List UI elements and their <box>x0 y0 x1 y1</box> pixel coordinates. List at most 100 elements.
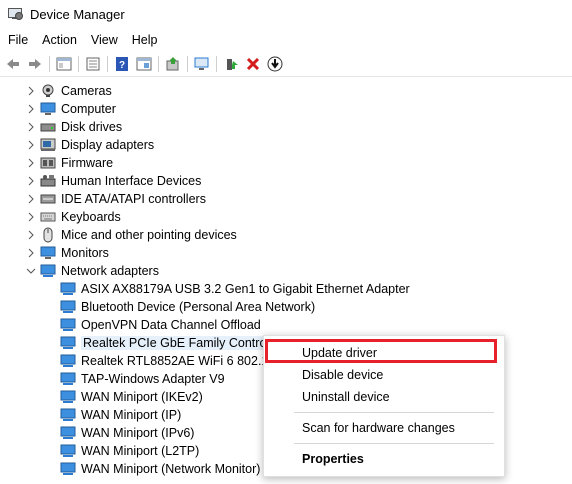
tree-item-keyboards[interactable]: Keyboards <box>26 208 121 226</box>
toolbar-separator <box>78 56 79 72</box>
menu-view[interactable]: View <box>85 33 124 47</box>
menu-item-update-driver[interactable]: Update driver <box>264 342 504 364</box>
menu-item-disable-device[interactable]: Disable device <box>264 364 504 386</box>
tree-item-label: Disk drives <box>61 120 123 134</box>
monitor-icon <box>40 246 56 260</box>
disk-drive-icon <box>40 120 56 134</box>
menu-file[interactable]: File <box>2 33 34 47</box>
chevron-down-icon[interactable] <box>26 266 36 276</box>
show-hide-icon[interactable] <box>82 53 104 75</box>
tree-item-label: Realtek PCIe GbE Family Controller <box>81 336 286 350</box>
chevron-right-icon[interactable] <box>26 194 36 204</box>
tree-item-network-adapters[interactable]: Network adapters <box>26 262 159 280</box>
properties-icon[interactable] <box>53 53 75 75</box>
tree-item-network-device[interactable]: WAN Miniport (L2TP) <box>60 442 199 460</box>
tree-item-network-device[interactable]: OpenVPN Data Channel Offload <box>60 316 261 334</box>
toolbar-separator <box>187 56 188 72</box>
network-adapter-icon <box>60 444 76 458</box>
chevron-right-icon[interactable] <box>26 230 36 240</box>
tree-item-display-adapters[interactable]: Display adapters <box>26 136 154 154</box>
tree-item-label: Firmware <box>61 156 114 170</box>
scan-hardware-icon[interactable] <box>191 53 213 75</box>
toolbar-separator <box>49 56 50 72</box>
tree-item-label: WAN Miniport (IKEv2) <box>81 390 203 404</box>
back-icon[interactable] <box>2 53 24 75</box>
network-adapter-icon <box>60 372 76 386</box>
tree-item-label: Keyboards <box>61 210 121 224</box>
tree-item-label: Bluetooth Device (Personal Area Network) <box>81 300 316 314</box>
menu-item-properties[interactable]: Properties <box>264 448 504 470</box>
menu-help[interactable]: Help <box>126 33 164 47</box>
tree-item-monitors[interactable]: Monitors <box>26 244 109 262</box>
toolbar-separator <box>158 56 159 72</box>
tree-item-disk-drives[interactable]: Disk drives <box>26 118 122 136</box>
context-menu: Update driver Disable device Uninstall d… <box>263 335 505 477</box>
mouse-icon <box>40 227 56 243</box>
firmware-icon <box>40 156 56 170</box>
toolbar-separator <box>216 56 217 72</box>
network-adapter-icon <box>60 336 76 350</box>
network-adapter-icon <box>60 408 76 422</box>
tree-item-label: Human Interface Devices <box>61 174 202 188</box>
menu-action[interactable]: Action <box>36 33 83 47</box>
menu-item-label: Uninstall device <box>302 390 390 404</box>
tree-item-network-device-selected[interactable]: Realtek PCIe GbE Family Controller <box>60 334 286 352</box>
menu-item-scan-hardware[interactable]: Scan for hardware changes <box>264 417 504 439</box>
tree-item-label: WAN Miniport (Network Monitor) <box>81 462 261 476</box>
tree-item-label: Monitors <box>61 246 109 260</box>
menu-separator <box>294 443 494 444</box>
tree-item-label: IDE ATA/ATAPI controllers <box>61 192 206 206</box>
tree-item-network-device[interactable]: Bluetooth Device (Personal Area Network) <box>60 298 315 316</box>
chevron-right-icon[interactable] <box>26 140 36 150</box>
tree-item-network-device[interactable]: WAN Miniport (IP) <box>60 406 181 424</box>
tree-item-network-device[interactable]: TAP-Windows Adapter V9 <box>60 370 225 388</box>
tree-item-firmware[interactable]: Firmware <box>26 154 113 172</box>
tree-item-label: Computer <box>61 102 116 116</box>
tree-item-label: WAN Miniport (IPv6) <box>81 426 195 440</box>
view-icon[interactable] <box>133 53 155 75</box>
chevron-right-icon[interactable] <box>26 158 36 168</box>
tree-item-label: Network adapters <box>61 264 159 278</box>
tree-item-human-interface-devices[interactable]: Human Interface Devices <box>26 172 201 190</box>
chevron-right-icon[interactable] <box>26 86 36 96</box>
chevron-right-icon[interactable] <box>26 248 36 258</box>
network-adapter-icon <box>60 318 76 332</box>
menu-item-uninstall-device[interactable]: Uninstall device <box>264 386 504 408</box>
tree-item-label: Realtek RTL8852AE WiFi 6 802.11ax <box>81 354 288 368</box>
enable-device-icon[interactable] <box>220 53 242 75</box>
ide-controller-icon <box>40 192 56 206</box>
tree-item-mice[interactable]: Mice and other pointing devices <box>26 226 237 244</box>
tree-item-network-device[interactable]: WAN Miniport (IPv6) <box>60 424 194 442</box>
display-adapter-icon <box>40 138 56 152</box>
tree-item-label: WAN Miniport (L2TP) <box>81 444 200 458</box>
tree-item-computer[interactable]: Computer <box>26 100 116 118</box>
chevron-right-icon[interactable] <box>26 176 36 186</box>
uninstall-icon[interactable] <box>242 53 264 75</box>
chevron-right-icon[interactable] <box>26 212 36 222</box>
chevron-right-icon[interactable] <box>26 104 36 114</box>
update-driver-icon[interactable] <box>162 53 184 75</box>
forward-icon[interactable] <box>24 53 46 75</box>
tree-item-network-device[interactable]: Realtek RTL8852AE WiFi 6 802.11ax <box>60 352 288 370</box>
tree-item-network-device[interactable]: WAN Miniport (IKEv2) <box>60 388 203 406</box>
menu-bar: File Action View Help <box>0 29 572 51</box>
help-icon[interactable]: ? <box>111 53 133 75</box>
menu-item-label: Properties <box>302 452 364 466</box>
menu-item-label: Disable device <box>302 368 384 382</box>
tree-item-ide-controllers[interactable]: IDE ATA/ATAPI controllers <box>26 190 206 208</box>
network-adapter-icon <box>60 354 76 368</box>
network-adapter-icon <box>40 264 56 278</box>
toolbar-separator <box>107 56 108 72</box>
title-bar: Device Manager <box>0 0 572 28</box>
download-icon[interactable] <box>264 53 286 75</box>
menu-item-label: Scan for hardware changes <box>302 421 455 435</box>
tree-item-cameras[interactable]: Cameras <box>26 82 112 100</box>
tree-item-network-device[interactable]: ASIX AX88179A USB 3.2 Gen1 to Gigabit Et… <box>60 280 410 298</box>
tree-item-network-device[interactable]: WAN Miniport (Network Monitor) <box>60 460 260 478</box>
tree-item-label: OpenVPN Data Channel Offload <box>81 318 261 332</box>
hid-icon <box>40 174 56 188</box>
chevron-right-icon[interactable] <box>26 122 36 132</box>
tree-item-label: Display adapters <box>61 138 155 152</box>
keyboard-icon <box>40 210 56 224</box>
network-adapter-icon <box>60 300 76 314</box>
